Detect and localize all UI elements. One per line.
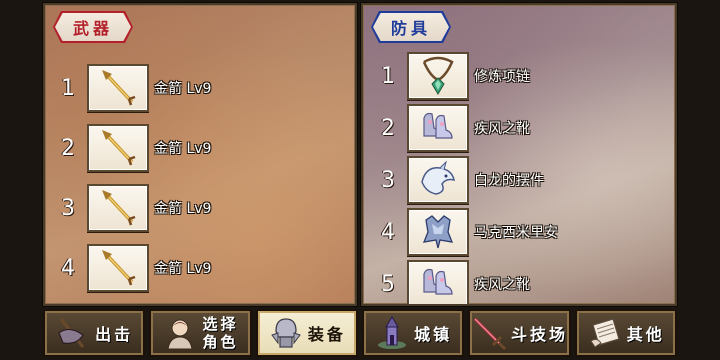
slot-number: 2 — [61, 135, 75, 161]
weapon-tab[interactable]: 武器 — [55, 13, 131, 41]
armor-name: 白龙的摆件 — [474, 173, 544, 189]
slot-number: 1 — [61, 75, 75, 101]
armor-name: 马克西米里安 — [474, 225, 558, 241]
armor-row[interactable]: 1 修炼项链 — [373, 51, 530, 101]
equip-button[interactable]: 装备 — [255, 309, 358, 357]
weapon-row[interactable]: 4 金箭 Lv9 — [53, 243, 211, 293]
armor-row[interactable]: 5 疾风之靴 — [373, 259, 530, 304]
weapons-panel: 武器 1 金箭 Lv9 2 金箭 Lv9 3 金箭 Lv9 4 金箭 Lv9 — [43, 3, 357, 306]
slot-number: 5 — [381, 271, 395, 297]
battle-axe-icon — [55, 315, 91, 351]
other-button[interactable]: 其他 — [574, 309, 677, 357]
golden-arrow-icon — [87, 184, 149, 232]
weapon-row[interactable]: 2 金箭 Lv9 — [53, 123, 211, 173]
necklace-icon — [407, 52, 469, 100]
select-character-button[interactable]: 选择 角色 — [149, 309, 252, 357]
white-dragon-icon — [407, 156, 469, 204]
select-label-line2: 角色 — [202, 333, 239, 351]
armor-helmet-icon — [268, 315, 304, 351]
other-label: 其他 — [626, 325, 665, 344]
armor-row[interactable]: 3 白龙的摆件 — [373, 155, 544, 205]
slot-number: 4 — [61, 255, 75, 281]
armor-name: 疾风之靴 — [474, 277, 530, 293]
sortie-button[interactable]: 出击 — [43, 309, 146, 357]
arena-label: 斗技场 — [510, 325, 568, 344]
scroll-icon — [587, 315, 623, 351]
town-button[interactable]: 城镇 — [361, 309, 465, 357]
slot-number: 3 — [61, 195, 75, 221]
armor-panel: 防具 1 修炼项链 2 疾风之靴 3 白龙的摆件 4 马克西米里安 5 疾风之靴 — [361, 3, 677, 306]
sortie-label: 出击 — [95, 325, 134, 344]
slot-number: 2 — [381, 115, 395, 141]
slot-number: 1 — [381, 63, 395, 89]
golden-arrow-icon — [87, 124, 149, 172]
weapon-row[interactable]: 3 金箭 Lv9 — [53, 183, 211, 233]
sword-icon — [471, 315, 507, 351]
select-label-line1: 选择 — [202, 315, 239, 333]
boots-icon — [407, 104, 469, 152]
town-label: 城镇 — [414, 325, 453, 344]
golden-arrow-icon — [87, 64, 149, 112]
weapon-name: 金箭 Lv9 — [154, 141, 212, 157]
maximilian-armor-icon — [407, 208, 469, 256]
slot-number: 4 — [381, 219, 395, 245]
weapon-name: 金箭 Lv9 — [154, 201, 212, 217]
equip-label: 装备 — [307, 325, 346, 344]
weapon-row[interactable]: 1 金箭 Lv9 — [53, 63, 211, 113]
armor-row[interactable]: 2 疾风之靴 — [373, 103, 530, 153]
armor-tab[interactable]: 防具 — [373, 13, 449, 41]
boots-icon — [407, 260, 469, 304]
weapon-name: 金箭 Lv9 — [154, 261, 212, 277]
armor-row[interactable]: 4 马克西米里安 — [373, 207, 558, 257]
town-tower-icon — [374, 315, 410, 351]
slot-number: 3 — [381, 167, 395, 193]
armor-name: 疾风之靴 — [474, 121, 530, 137]
bottom-nav: 出击 选择 角色 装备 城镇 斗技场 其他 — [43, 309, 677, 357]
character-portrait-icon — [162, 315, 198, 351]
weapon-name: 金箭 Lv9 — [154, 81, 212, 97]
armor-name: 修炼项链 — [474, 69, 530, 85]
arena-button[interactable]: 斗技场 — [468, 309, 571, 357]
golden-arrow-icon — [87, 244, 149, 292]
